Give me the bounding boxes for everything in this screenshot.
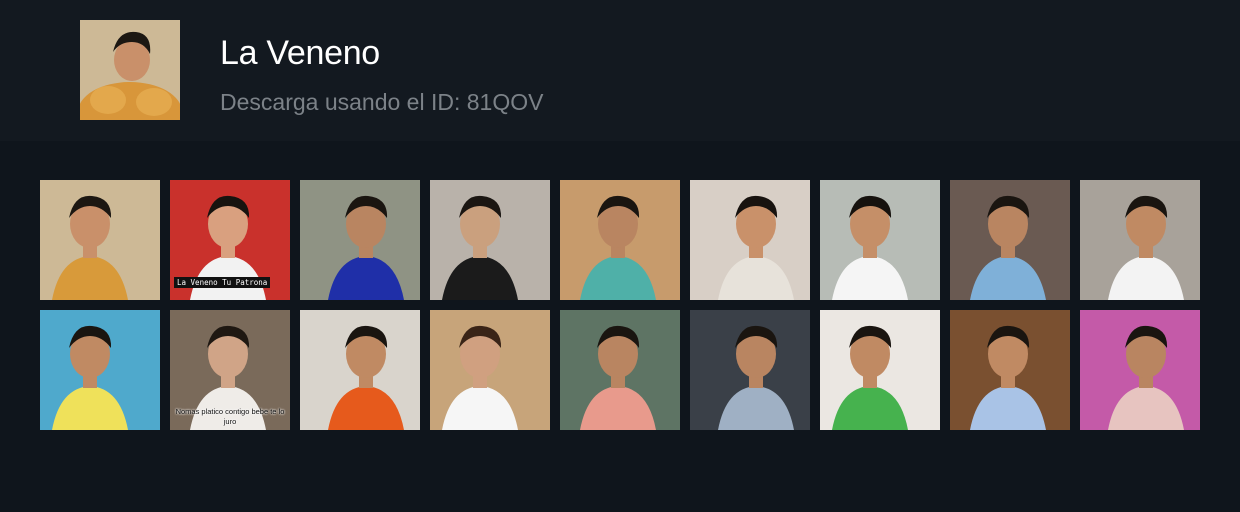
avatar bbox=[80, 20, 180, 120]
photo-thumbnail[interactable] bbox=[430, 180, 550, 300]
photo-image bbox=[950, 180, 1070, 300]
photo-image bbox=[300, 310, 420, 430]
photo-image bbox=[40, 310, 160, 430]
photo-thumbnail[interactable] bbox=[300, 180, 420, 300]
photo-thumbnail[interactable] bbox=[1080, 310, 1200, 430]
page-title: La Veneno bbox=[220, 34, 380, 72]
photo-thumbnail[interactable] bbox=[690, 180, 810, 300]
photo-image bbox=[300, 180, 420, 300]
avatar-image bbox=[80, 20, 180, 120]
profile-header: La Veneno Descarga usando el ID: 81QOV bbox=[0, 0, 1240, 141]
photo-image bbox=[40, 180, 160, 300]
photo-thumbnail[interactable] bbox=[1080, 180, 1200, 300]
photo-image bbox=[820, 310, 940, 430]
photo-thumbnail[interactable]: La Veneno Tu Patrona bbox=[170, 180, 290, 300]
photo-thumbnail[interactable] bbox=[690, 310, 810, 430]
photo-thumbnail[interactable] bbox=[40, 180, 160, 300]
photo-thumbnail[interactable] bbox=[820, 310, 940, 430]
photo-grid: La Veneno Tu Patrona Nomas platico contig… bbox=[40, 180, 1200, 430]
photo-image bbox=[430, 180, 550, 300]
photo-thumbnail[interactable] bbox=[950, 180, 1070, 300]
photo-image bbox=[950, 310, 1070, 430]
photo-thumbnail[interactable] bbox=[560, 180, 680, 300]
photo-thumbnail[interactable] bbox=[40, 310, 160, 430]
photo-thumbnail[interactable] bbox=[560, 310, 680, 430]
photo-thumbnail[interactable]: Nomas platico contigo bebe te lo juro bbox=[170, 310, 290, 430]
photo-image bbox=[1080, 310, 1200, 430]
photo-image bbox=[690, 310, 810, 430]
photo-caption: Nomas platico contigo bebe te lo juro bbox=[175, 407, 285, 426]
photo-image bbox=[430, 310, 550, 430]
photo-image bbox=[820, 180, 940, 300]
photo-thumbnail[interactable] bbox=[430, 310, 550, 430]
photo-thumbnail[interactable] bbox=[300, 310, 420, 430]
photo-image bbox=[560, 180, 680, 300]
photo-image bbox=[1080, 180, 1200, 300]
photo-image bbox=[560, 310, 680, 430]
download-id-text: Descarga usando el ID: 81QOV bbox=[220, 89, 544, 115]
photo-thumbnail[interactable] bbox=[820, 180, 940, 300]
photo-thumbnail[interactable] bbox=[950, 310, 1070, 430]
photo-caption: La Veneno Tu Patrona bbox=[174, 277, 271, 288]
photo-image bbox=[690, 180, 810, 300]
